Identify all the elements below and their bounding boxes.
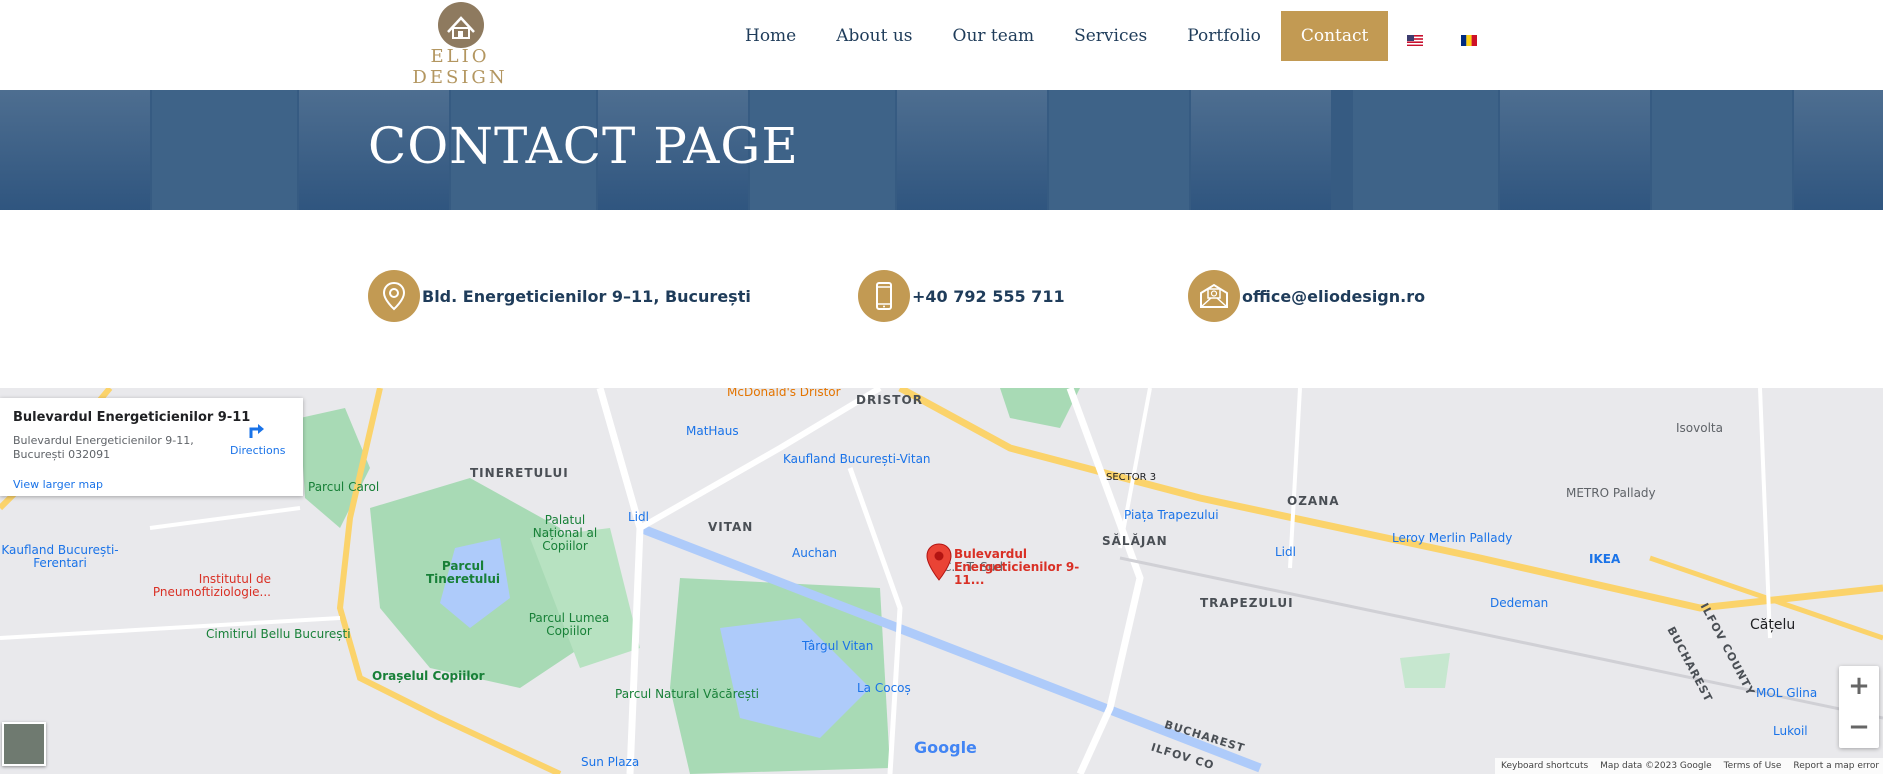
map-label-mathaus[interactable]: MatHaus (686, 424, 739, 438)
place-card-address: Bulevardul Energeticienilor 9-11, Bucure… (13, 434, 194, 461)
nav-about-us[interactable]: About us (816, 11, 932, 61)
email-link[interactable]: office@eliodesign.ro (1242, 287, 1425, 306)
contact-info-row: Bld. Energeticienilor 9–11, București +4… (0, 210, 1883, 388)
map-label-mol-glina[interactable]: MOL Glina (1756, 686, 1817, 700)
map-label-metro[interactable]: METRO Pallady (1566, 486, 1656, 500)
map-label-ozana: OZANA (1287, 494, 1340, 508)
map-zoom-controls: + − (1839, 666, 1879, 748)
map-label-dristor: DRISTOR (856, 393, 923, 407)
contact-phone: +40 792 555 711 (858, 270, 1065, 322)
map-label-cimitirul[interactable]: Cimitirul Bellu București (206, 627, 351, 641)
map-label-lukoil[interactable]: Lukoil (1773, 724, 1808, 738)
google-logo: Google (914, 738, 977, 757)
map-label-kaufland-ferentari[interactable]: Kaufland București-Ferentari (0, 544, 120, 570)
main-nav: Home About us Our team Services Portfoli… (725, 10, 1496, 62)
google-logo-text: Google (914, 738, 977, 757)
phone-icon (858, 270, 910, 322)
map-label-la-cocos[interactable]: La Cocoș (857, 681, 911, 695)
map-label-dedeman[interactable]: Dedeman (1490, 596, 1548, 610)
page-title: CONTACT PAGE (368, 117, 799, 175)
nav-portfolio[interactable]: Portfolio (1167, 11, 1281, 61)
banner-house-image (897, 90, 1047, 210)
map-layer-toggle[interactable] (2, 722, 46, 766)
map-label-piata-trapezului[interactable]: Piața Trapezului (1124, 508, 1219, 522)
banner-house-image (1794, 90, 1883, 210)
view-larger-map-link[interactable]: View larger map (13, 478, 103, 491)
map-label-lidl-ozana[interactable]: Lidl (1275, 545, 1296, 559)
map-label-sun-plaza[interactable]: Sun Plaza (581, 755, 639, 769)
banner-floorplan-image (152, 90, 297, 210)
map-label-targul-vitan[interactable]: Târgul Vitan (802, 639, 873, 653)
map-data-text: Map data ©2023 Google (1600, 761, 1712, 771)
romania-flag-icon[interactable] (1461, 31, 1478, 46)
map-label-trapezului: TRAPEZULUI (1200, 596, 1294, 610)
site-logo[interactable]: ELIO DESIGN (400, 2, 520, 88)
nav-contact[interactable]: Contact (1280, 11, 1389, 61)
contact-address: Bld. Energeticienilor 9–11, București (368, 270, 751, 322)
keyboard-shortcuts-link[interactable]: Keyboard shortcuts (1495, 761, 1594, 771)
terms-link[interactable]: Terms of Use (1718, 761, 1788, 771)
map-label-auchan[interactable]: Auchan (792, 546, 837, 560)
google-map[interactable]: McDonald's Dristor DRISTOR TINERETULUI V… (0, 388, 1883, 774)
logo-text: ELIO DESIGN (412, 46, 508, 88)
banner-house-image (1500, 90, 1650, 210)
map-place-card: Bulevardul Energeticienilor 9-11 Bulevar… (0, 398, 303, 496)
place-card-title: Bulevardul Energeticienilor 9-11 (13, 410, 251, 425)
location-pin-icon (368, 270, 420, 322)
map-label-institutul[interactable]: Institutul de Pneumoftiziologie... (143, 573, 271, 599)
map-label-catelu: Cățelu (1750, 617, 1796, 633)
directions-icon[interactable] (245, 418, 267, 440)
banner-floorplan-image (1353, 90, 1498, 210)
banner-house-image (0, 90, 150, 210)
report-error-link[interactable]: Report a map error (1787, 761, 1883, 771)
banner-floorplan-image (1652, 90, 1792, 210)
page-banner: CONTACT PAGE (0, 90, 1883, 210)
map-pin-label[interactable]: Bulevardul Energeticienilor 9-11... (954, 548, 1094, 587)
map-label-orasul[interactable]: Orașelul Copiilor (372, 669, 485, 683)
phone-link[interactable]: +40 792 555 711 (912, 287, 1065, 306)
map-label-mcdonalds[interactable]: McDonald's Dristor (727, 388, 841, 399)
map-label-parcul-tineretului[interactable]: Parcul Tineretului (423, 560, 503, 586)
zoom-out-button[interactable]: − (1839, 707, 1879, 747)
map-label-palatul[interactable]: Palatul Național al Copiilor (520, 514, 610, 553)
banner-house-image (1191, 90, 1331, 210)
zoom-in-button[interactable]: + (1839, 666, 1879, 706)
contact-email: office@eliodesign.ro (1188, 270, 1425, 322)
nav-our-team[interactable]: Our team (933, 11, 1055, 61)
nav-home[interactable]: Home (725, 11, 816, 61)
map-label-lidl-vitan[interactable]: Lidl (628, 510, 649, 524)
us-flag-icon[interactable] (1407, 31, 1424, 46)
map-label-parcul-lumea[interactable]: Parcul Lumea Copiilor (524, 612, 614, 638)
directions-link[interactable]: Directions (230, 444, 285, 457)
envelope-icon (1188, 270, 1240, 322)
map-label-parcul-carol[interactable]: Parcul Carol (308, 480, 379, 494)
logo-house-icon (438, 2, 484, 48)
banner-floorplan-image (1049, 90, 1189, 210)
map-attribution: Keyboard shortcuts Map data ©2023 Google… (1495, 758, 1883, 774)
site-header: ELIO DESIGN Home About us Our team Servi… (0, 0, 1883, 90)
nav-services[interactable]: Services (1054, 11, 1167, 61)
map-label-ikea[interactable]: IKEA (1589, 552, 1620, 566)
map-label-kaufland-vitan[interactable]: Kaufland București-Vitan (783, 452, 931, 466)
map-label-vitan: VITAN (708, 520, 754, 534)
map-label-isovolta[interactable]: Isovolta (1676, 421, 1723, 435)
address-text: Bld. Energeticienilor 9–11, București (422, 286, 751, 306)
map-label-leroy[interactable]: Leroy Merlin Pallady (1392, 531, 1512, 545)
map-label-salajan: SĂLĂJAN (1102, 534, 1168, 548)
map-label-parcul-natural[interactable]: Parcul Natural Văcărești (615, 687, 759, 701)
map-label-sector3: SECTOR 3 (1106, 472, 1157, 483)
map-label-tineretului: TINERETULUI (470, 466, 569, 480)
